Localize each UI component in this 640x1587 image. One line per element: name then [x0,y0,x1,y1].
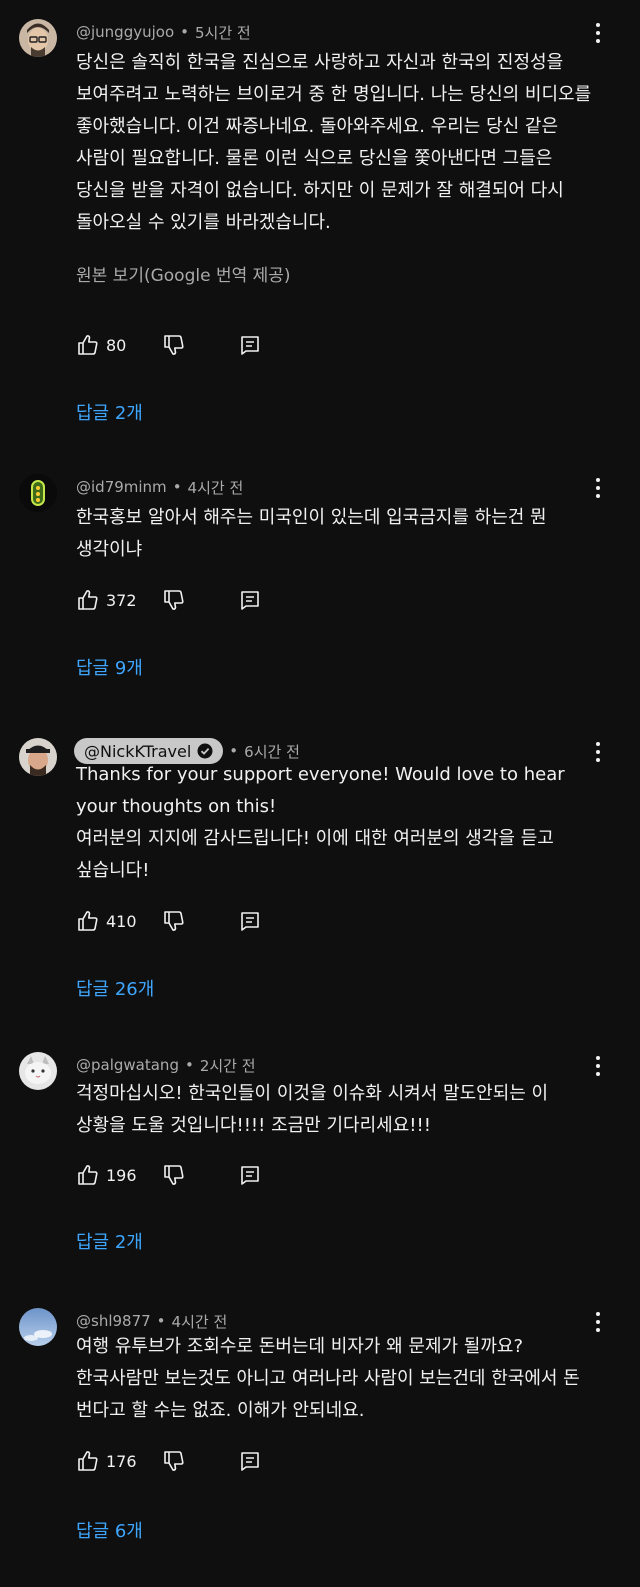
separator-dot: • [172,478,182,496]
replies-toggle[interactable]: 답글 2개 [76,399,143,425]
replies-toggle[interactable]: 답글 26개 [76,975,154,1001]
comment-text: Thanks for your support everyone! Would … [76,759,596,887]
author-handle[interactable]: @NickKTravel [84,742,191,761]
author-handle[interactable]: @palgwatang [76,1056,179,1074]
reply-icon [241,591,259,610]
comment-meta: @junggyujoo • 5시간 전 [76,19,251,45]
comment-line: 싶습니다! [76,860,150,881]
thumbs-down-icon [164,911,184,931]
dislike-button[interactable] [162,333,186,357]
comment-line: 돌아오실 수 있기를 바라겠습니다. [76,212,331,233]
comment-line: 당신은 솔직히 한국을 진심으로 사랑하고 자신과 한국의 진정성을 [76,52,564,73]
dislike-button[interactable] [162,588,186,612]
more-options-icon[interactable] [596,1056,602,1076]
timestamp[interactable]: 4시간 전 [188,477,244,498]
reply-button[interactable] [238,333,262,357]
author-handle[interactable]: @id79minm [76,478,167,496]
timestamp[interactable]: 5시간 전 [195,22,251,43]
avatar[interactable] [19,19,57,57]
comment-line: 번다고 할 수는 없죠. 이해가 안되네요. [76,1400,365,1421]
comment-line: 좋아했습니다. 이건 짜증나네요. 돌아와주세요. 우리는 당신 같은 [76,116,559,137]
dislike-button[interactable] [162,1449,186,1473]
comment-line: 상황을 도울 것입니다!!!! 조금만 기다리세요!!! [76,1115,431,1136]
like-count: 196 [106,1165,137,1185]
author-handle[interactable]: @shl9877 [76,1312,151,1330]
comment-line: 당신을 받을 자격이 없습니다. 하지만 이 문제가 잘 해결되어 다시 [76,180,564,201]
comment-line: 사람이 필요합니다. 물론 이런 식으로 당신을 쫓아낸다면 그들은 [76,148,553,169]
replies-toggle[interactable]: 답글 9개 [76,654,143,680]
thumbs-up-icon [78,335,98,355]
comment-text: 여행 유투브가 조회수로 돈버는데 비자가 왜 문제가 될까요? 한국사람만 보… [76,1331,596,1427]
like-button[interactable]: 80 [76,333,126,357]
like-count: 80 [106,335,127,355]
avatar[interactable] [19,1052,57,1090]
comment-line: 여행 유투브가 조회수로 돈버는데 비자가 왜 문제가 될까요? [76,1336,524,1357]
reply-icon [241,912,259,931]
comment-text: 당신은 솔직히 한국을 진심으로 사랑하고 자신과 한국의 진정성을 보여주려고… [76,47,596,239]
comment-line: 걱정마십시오! 한국인들이 이것을 이슈화 시켜서 말도안되는 이 [76,1083,549,1104]
thumbs-down-icon [164,335,184,355]
like-count: 410 [106,911,137,931]
comment-line: 한국사람만 보는것도 아니고 여러나라 사람이 보는건데 한국에서 돈 [76,1368,580,1389]
thumbs-down-icon [164,1451,184,1471]
dislike-button[interactable] [162,909,186,933]
separator-dot: • [229,742,239,760]
comment-line: 생각이냐 [76,539,143,560]
comment-text: 걱정마십시오! 한국인들이 이것을 이슈화 시켜서 말도안되는 이 상황을 도울… [76,1078,596,1142]
comment-line: 여러분의 지지에 감사드립니다! 이에 대한 여러분의 생각을 듣고 [76,828,554,849]
avatar[interactable] [19,738,57,776]
thumbs-up-icon [78,1165,98,1185]
comment-line: Thanks for your support everyone! Would … [76,764,565,785]
reply-button[interactable] [238,1449,262,1473]
more-options-icon[interactable] [596,742,602,762]
reply-icon [241,336,259,355]
avatar[interactable] [19,474,57,512]
verified-check-icon [197,743,213,759]
timestamp[interactable]: 2시간 전 [200,1055,256,1076]
replies-toggle[interactable]: 답글 2개 [76,1228,143,1254]
more-options-icon[interactable] [596,23,602,43]
more-options-icon[interactable] [596,1312,602,1332]
separator-dot: • [184,1056,194,1074]
thumbs-up-icon [78,911,98,931]
like-count: 372 [106,590,137,610]
dislike-button[interactable] [162,1163,186,1187]
like-button[interactable]: 372 [76,588,137,612]
author-handle[interactable]: @junggyujoo [76,23,174,41]
comment-meta: @palgwatang • 2시간 전 [76,1052,256,1078]
separator-dot: • [156,1312,166,1330]
comment-line: your thoughts on this! [76,796,277,817]
comment-line: 한국홍보 알아서 해주는 미국인이 있는데 입국금지를 하는건 뭔 [76,507,547,528]
comment-line: 보여주려고 노력하는 브이로거 중 한 명입니다. 나는 당신의 비디오를 [76,84,592,105]
replies-toggle[interactable]: 답글 6개 [76,1517,143,1543]
like-button[interactable]: 410 [76,909,137,933]
more-options-icon[interactable] [596,478,602,498]
reply-button[interactable] [238,1163,262,1187]
comment-text: 한국홍보 알아서 해주는 미국인이 있는데 입국금지를 하는건 뭔 생각이냐 [76,502,596,566]
thumbs-down-icon [164,590,184,610]
timestamp[interactable]: 4시간 전 [172,1311,228,1332]
comment-meta: @id79minm • 4시간 전 [76,474,243,500]
reply-icon [241,1166,259,1185]
thumbs-down-icon [164,1165,184,1185]
thumbs-up-icon [78,1451,98,1471]
separator-dot: • [180,23,189,41]
see-original-link[interactable]: 원본 보기(Google 번역 제공) [76,261,291,286]
like-count: 176 [106,1451,137,1471]
avatar[interactable] [19,1308,57,1346]
reply-icon [241,1452,259,1471]
thumbs-up-icon [78,590,98,610]
like-button[interactable]: 176 [76,1449,137,1473]
like-button[interactable]: 196 [76,1163,137,1187]
reply-button[interactable] [238,909,262,933]
reply-button[interactable] [238,588,262,612]
